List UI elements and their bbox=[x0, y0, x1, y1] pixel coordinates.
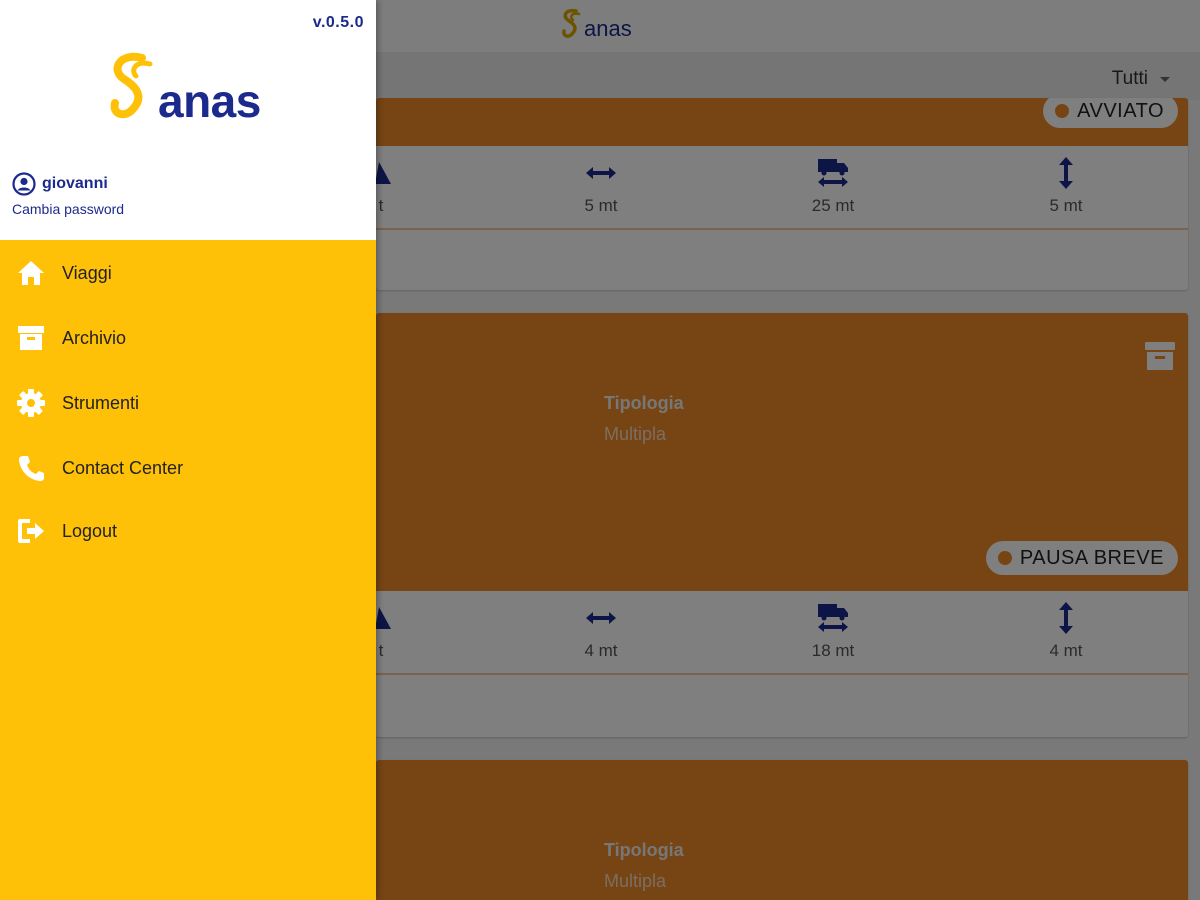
menu-item-label: Archivio bbox=[62, 327, 127, 348]
username: giovanni bbox=[42, 175, 108, 192]
archive-icon bbox=[0, 325, 62, 351]
menu-item-label: Strumenti bbox=[62, 392, 140, 413]
app-version: v.0.5.0 bbox=[312, 14, 364, 31]
menu-item-label: Contact Center bbox=[62, 457, 184, 478]
menu-item-label: Viaggi bbox=[62, 262, 112, 283]
menu-item-viaggi[interactable]: Viaggi bbox=[0, 240, 376, 306]
logout-icon bbox=[0, 518, 62, 544]
menu-item-strumenti[interactable]: Strumenti bbox=[0, 370, 376, 436]
user-info: giovanni bbox=[12, 172, 108, 196]
drawer-header: v.0.5.0 anas giovanni Cambia password bbox=[0, 0, 376, 240]
change-password-link[interactable]: Cambia password bbox=[12, 201, 124, 217]
anas-logo-icon bbox=[110, 52, 153, 119]
account-circle-icon bbox=[12, 172, 36, 196]
gear-icon bbox=[0, 388, 62, 418]
drawer-logo-text: anas bbox=[158, 75, 261, 127]
menu-item-archivio[interactable]: Archivio bbox=[0, 306, 376, 370]
home-icon bbox=[0, 260, 62, 286]
menu-item-logout[interactable]: Logout bbox=[0, 500, 376, 562]
drawer-menu: Viaggi Archivio Strumenti Contact Center… bbox=[0, 240, 376, 562]
menu-item-label: Logout bbox=[62, 520, 118, 541]
drawer-logo: anas bbox=[106, 52, 261, 126]
phone-icon bbox=[0, 454, 62, 482]
menu-item-contact-center[interactable]: Contact Center bbox=[0, 436, 376, 500]
navigation-drawer: v.0.5.0 anas giovanni Cambia password Vi… bbox=[0, 0, 376, 900]
